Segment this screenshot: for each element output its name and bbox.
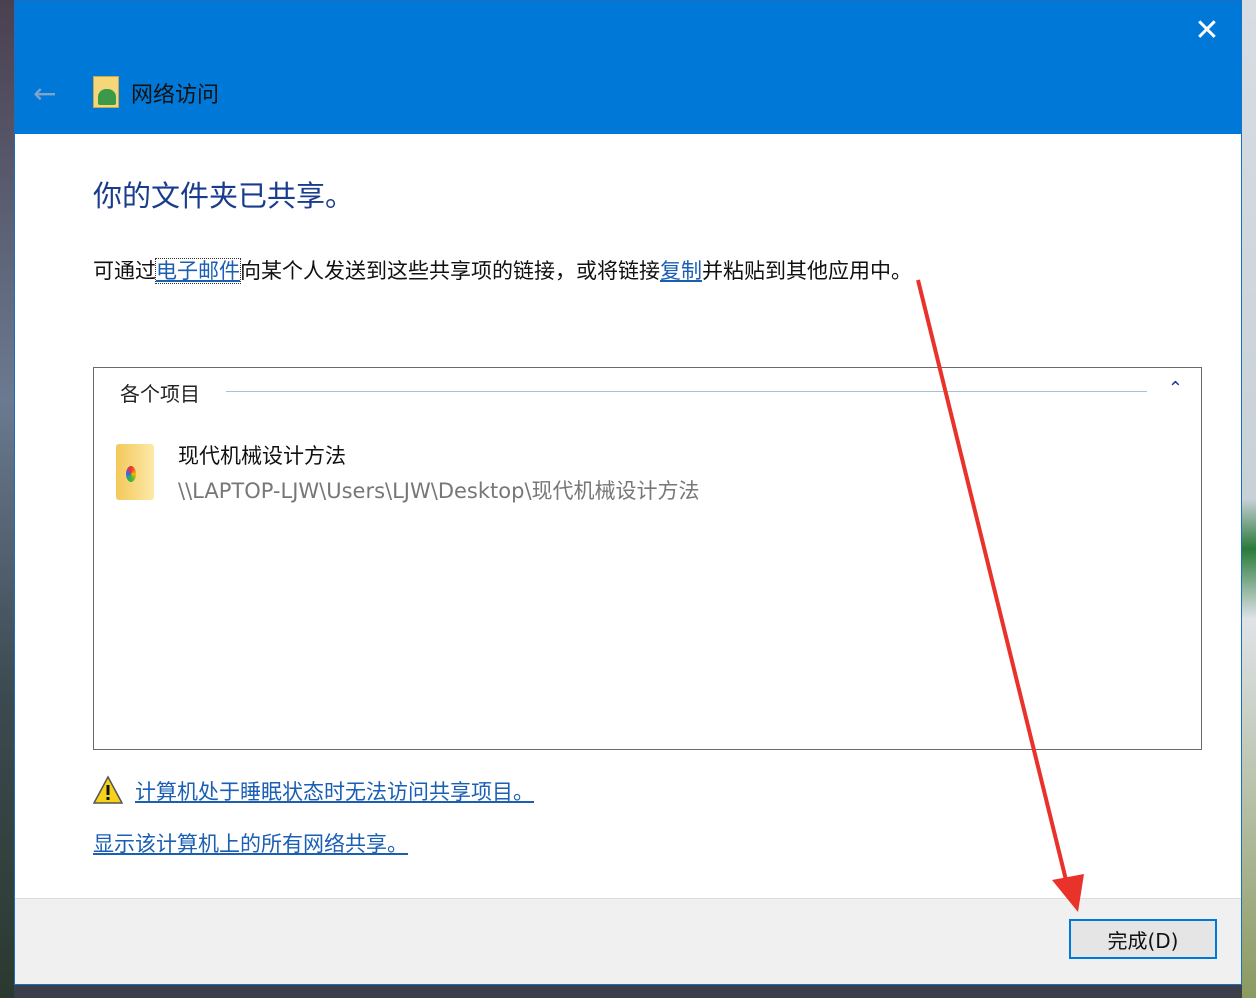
page-heading: 你的文件夹已共享。 — [93, 173, 354, 215]
network-users-icon — [93, 76, 119, 108]
email-link[interactable]: 电子邮件 — [156, 259, 240, 283]
desktop-background-left — [0, 0, 14, 998]
dialog-title: 网络访问 — [131, 77, 219, 109]
desc-suffix: 并粘贴到其他应用中。 — [702, 259, 912, 283]
desktop-background-right — [1242, 0, 1256, 998]
shared-items-group: 各个项目 ⌃ 现代机械设计方法 \\LAPTOP-LJW\Users\LJW\D… — [93, 367, 1202, 750]
group-divider — [226, 391, 1147, 392]
back-arrow-icon[interactable]: ← — [33, 77, 56, 110]
sleep-warning-link[interactable]: 计算机处于睡眠状态时无法访问共享项目。 — [135, 776, 534, 806]
desc-middle: 向某个人发送到这些共享项的链接，或将链接 — [240, 259, 660, 283]
show-all-shares-link[interactable]: 显示该计算机上的所有网络共享。 — [93, 828, 408, 858]
shared-item-name[interactable]: 现代机械设计方法 — [178, 440, 346, 470]
shared-item-path: \\LAPTOP-LJW\Users\LJW\Desktop\现代机械设计方法 — [178, 475, 700, 505]
chevron-up-icon[interactable]: ⌃ — [1168, 378, 1183, 399]
group-title: 各个项目 — [120, 378, 200, 407]
warning-icon — [93, 775, 123, 805]
close-icon[interactable]: ✕ — [1191, 15, 1223, 47]
copy-link[interactable]: 复制 — [660, 259, 702, 283]
desc-prefix: 可通过 — [93, 259, 156, 283]
network-access-dialog: ✕ ← 网络访问 你的文件夹已共享。 可通过电子邮件向某个人发送到这些共享项的链… — [14, 0, 1242, 985]
dialog-header: ✕ ← 网络访问 — [15, 1, 1241, 134]
folder-icon — [116, 444, 154, 500]
dialog-footer: 完成(D) — [15, 898, 1241, 984]
share-description: 可通过电子邮件向某个人发送到这些共享项的链接，或将链接复制并粘贴到其他应用中。 — [93, 255, 912, 285]
done-button[interactable]: 完成(D) — [1069, 919, 1217, 959]
